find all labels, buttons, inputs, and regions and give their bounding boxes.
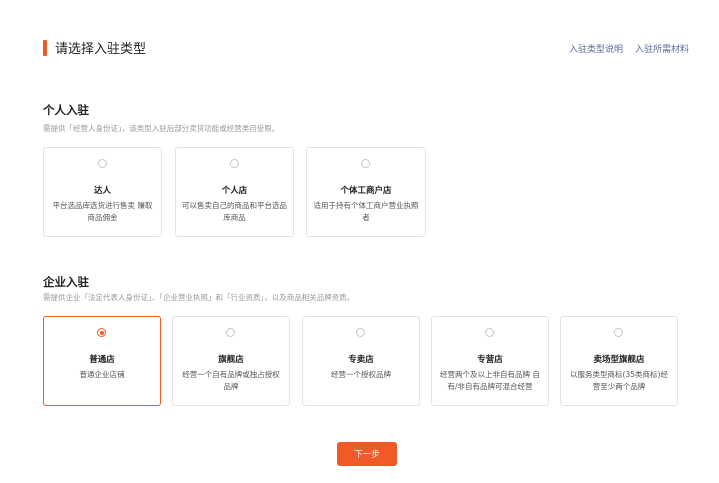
title-accent-bar <box>43 39 47 56</box>
card-desc: 经营一个自有品牌或独占授权品牌 <box>182 370 280 391</box>
personal-section-desc: 需提供「经营人身份证」，该类型入驻后部分卖货功能或经营类目受限。 <box>43 124 280 133</box>
card-title: 卖场型旗舰店 <box>593 355 645 365</box>
personal-card-personal-store[interactable]: 个人店 可以售卖自己的商品和平台选品库商品 <box>175 147 294 237</box>
card-title: 旗舰店 <box>218 355 244 365</box>
card-title: 个人店 <box>221 186 248 196</box>
entry-type-guide-link[interactable]: 入驻类型说明 <box>569 42 623 55</box>
radio-button[interactable] <box>97 159 107 168</box>
enterprise-section-title: 企业入驻 <box>43 275 89 289</box>
radio-button[interactable] <box>361 159 370 168</box>
next-step-button[interactable]: 下一步 <box>337 442 397 466</box>
entry-materials-link[interactable]: 入驻所需材料 <box>635 42 689 55</box>
enterprise-card-regular-store[interactable]: 普通店 普通企业店铺 <box>43 316 161 406</box>
enterprise-card-specialty-store[interactable]: 专卖店 经营一个授权品牌 <box>302 316 420 406</box>
radio-button-selected[interactable] <box>97 328 106 337</box>
personal-section-title: 个人入驻 <box>43 103 89 117</box>
personal-card-individual-business[interactable]: 个体工商户店 适用于持有个体工商户营业执照者 <box>306 147 426 237</box>
radio-button[interactable] <box>356 328 365 337</box>
radio-button[interactable] <box>229 159 239 168</box>
radio-button[interactable] <box>614 328 623 337</box>
enterprise-section-desc: 需提供企业「法定代表人身份证」、「企业营业执照」和「行业资质」，以及商品相关品牌… <box>43 293 355 302</box>
radio-button[interactable] <box>226 328 235 337</box>
header-links: 入驻类型说明 入驻所需材料 <box>569 42 689 55</box>
radio-button[interactable] <box>485 328 494 337</box>
card-desc: 普通企业店铺 <box>79 370 125 379</box>
card-desc: 可以售卖自己的商品和平台选品库商品 <box>182 201 287 222</box>
card-title: 专营店 <box>477 355 503 365</box>
card-title: 达人 <box>93 186 111 196</box>
enterprise-card-franchise-store[interactable]: 专营店 经营两个及以上非自有品牌 自有/非自有品牌可混合经营 <box>431 316 549 406</box>
enterprise-card-flagship-store[interactable]: 旗舰店 经营一个自有品牌或独占授权品牌 <box>172 316 290 406</box>
card-desc: 经营一个授权品牌 <box>331 370 391 379</box>
card-desc: 平台选品库选货进行售卖 赚取商品佣金 <box>52 201 153 222</box>
enterprise-card-mall-flagship-store[interactable]: 卖场型旗舰店 以服务类型商标(35类商标)经营至少两个品牌 <box>560 316 678 406</box>
page-header: 请选择入驻类型 <box>43 38 146 57</box>
card-title: 个体工商户店 <box>340 186 392 196</box>
card-desc: 适用于持有个体工商户营业执照者 <box>313 201 419 222</box>
card-title: 专卖店 <box>348 355 374 365</box>
personal-card-influencer[interactable]: 达人 平台选品库选货进行售卖 赚取商品佣金 <box>43 147 162 237</box>
card-title: 普通店 <box>89 355 115 365</box>
page-title: 请选择入驻类型 <box>55 42 147 57</box>
card-desc: 经营两个及以上非自有品牌 自有/非自有品牌可混合经营 <box>440 370 540 391</box>
card-desc: 以服务类型商标(35类商标)经营至少两个品牌 <box>570 370 668 391</box>
